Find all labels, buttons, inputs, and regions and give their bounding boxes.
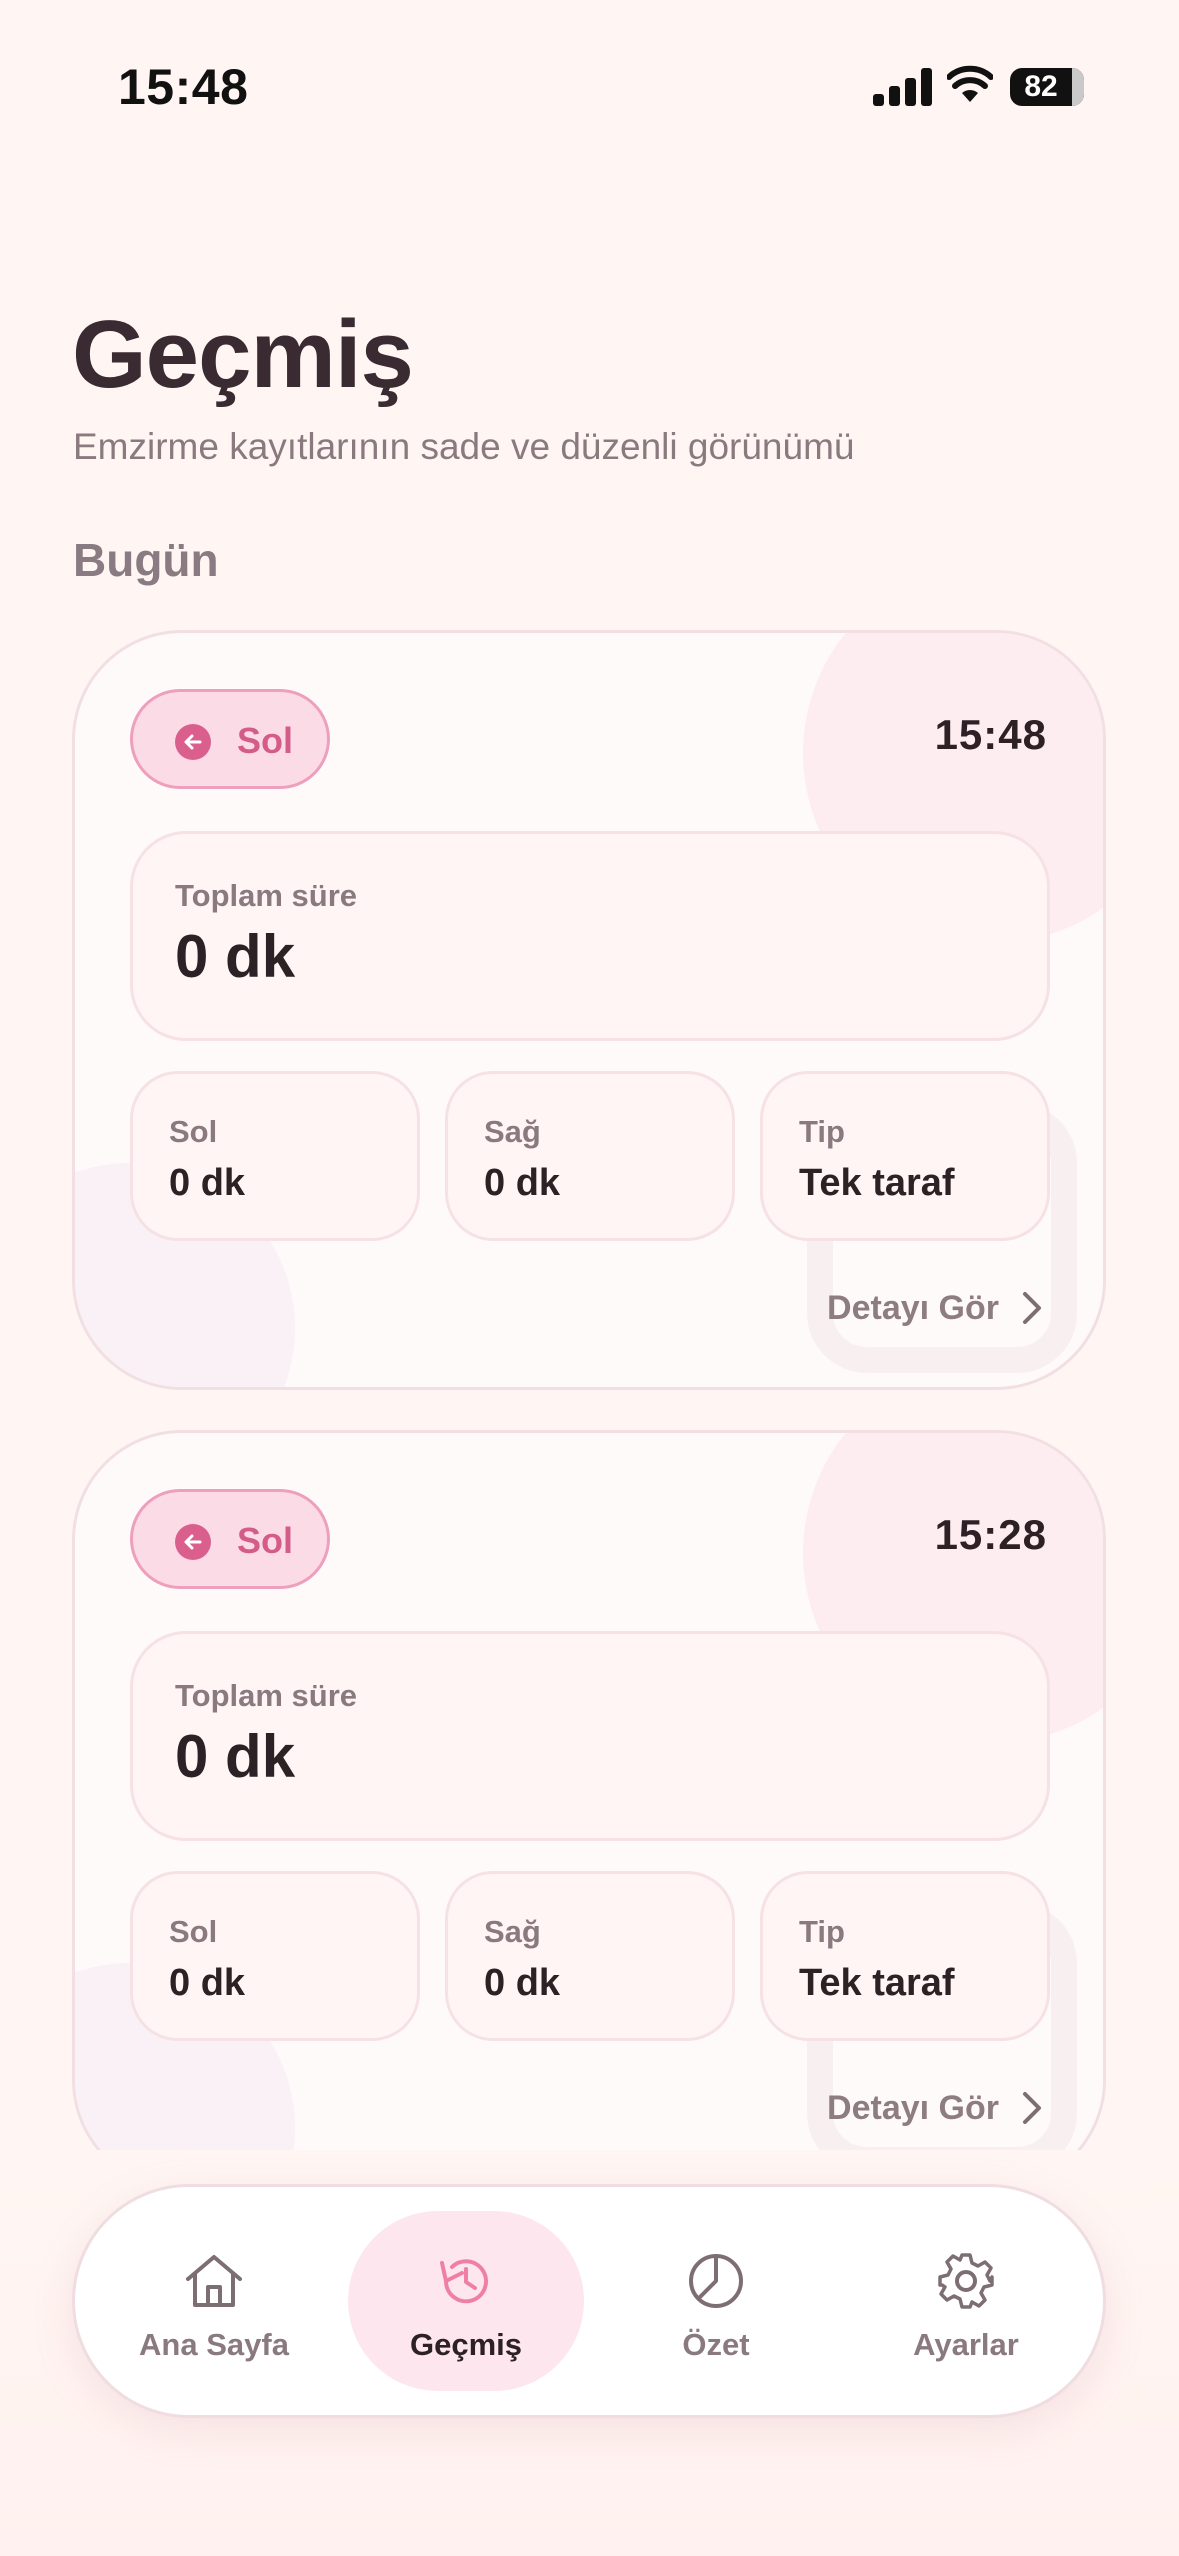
total-duration-box: Toplam süre 0 dk xyxy=(130,831,1050,1041)
stat-type: Tip Tek taraf xyxy=(760,1871,1050,2041)
detail-link-label: Detayı Gör xyxy=(827,2088,999,2127)
section-label-today: Bugün xyxy=(73,534,219,586)
pie-chart-icon xyxy=(689,2254,743,2308)
detail-link[interactable]: Detayı Gör xyxy=(827,1283,1043,1333)
stat-value: 0 dk xyxy=(169,1962,246,2004)
battery-icon: 82 xyxy=(1010,68,1084,106)
nav-label: Özet xyxy=(682,2327,750,2362)
history-icon xyxy=(440,2259,488,2304)
total-duration-value: 0 dk xyxy=(175,923,296,990)
total-duration-box: Toplam süre 0 dk xyxy=(130,1631,1050,1841)
page-title: Geçmiş xyxy=(72,301,414,408)
stat-value: 0 dk xyxy=(484,1962,561,2004)
home-icon xyxy=(186,2255,242,2307)
chevron-right-icon xyxy=(1023,1292,1041,1324)
entry-time: 15:48 xyxy=(934,711,1047,758)
stat-label: Sol xyxy=(169,1114,218,1149)
nav-label: Ana Sayfa xyxy=(139,2327,289,2362)
side-badge: Sol xyxy=(130,689,330,789)
stat-value: Tek taraf xyxy=(799,1162,955,1204)
side-badge-label: Sol xyxy=(237,720,294,761)
stat-value: Tek taraf xyxy=(799,1962,955,2004)
stat-label: Tip xyxy=(799,1914,845,1949)
side-badge: Sol xyxy=(130,1489,330,1589)
signal-icon xyxy=(873,68,933,106)
stat-type: Tip Tek taraf xyxy=(760,1071,1050,1241)
nav-label: Geçmiş xyxy=(409,2327,522,2362)
stat-label: Sağ xyxy=(484,1114,541,1149)
stat-label: Sol xyxy=(169,1914,218,1949)
history-entry-card[interactable]: Sol 15:28 Toplam süre 0 dk Sol 0 dk Sağ … xyxy=(72,1430,1106,2190)
status-time: 15:48 xyxy=(118,59,249,115)
nav-label: Ayarlar xyxy=(913,2327,1019,2362)
nav-item-summary[interactable]: Özet xyxy=(601,2187,831,2421)
stat-label: Tip xyxy=(799,1114,845,1149)
arrow-left-icon xyxy=(175,724,211,760)
nav-item-history[interactable]: Geçmiş xyxy=(348,2187,584,2421)
wifi-icon xyxy=(947,65,993,102)
status-bar: 15:48 82 xyxy=(0,0,1179,170)
chevron-right-icon xyxy=(1023,2092,1041,2124)
total-duration-label: Toplam süre xyxy=(175,1678,358,1713)
arrow-left-icon xyxy=(175,1524,211,1560)
bottom-nav: Ana Sayfa Geçmiş Özet Ayarlar xyxy=(72,2184,1106,2418)
nav-item-settings[interactable]: Ayarlar xyxy=(851,2187,1081,2421)
stat-right: Sağ 0 dk xyxy=(445,1071,735,1241)
stat-left: Sol 0 dk xyxy=(130,1071,420,1241)
stat-left: Sol 0 dk xyxy=(130,1871,420,2041)
nav-item-home[interactable]: Ana Sayfa xyxy=(99,2187,329,2421)
history-entry-card[interactable]: Sol 15:48 Toplam süre 0 dk Sol 0 dk Sağ … xyxy=(72,630,1106,1390)
stat-right: Sağ 0 dk xyxy=(445,1871,735,2041)
detail-link-label: Detayı Gör xyxy=(827,1288,999,1327)
stat-value: 0 dk xyxy=(484,1162,561,1204)
entry-time: 15:28 xyxy=(934,1511,1047,1558)
history-screen: 15:48 82 Geçmiş Emzirme kayıtlarının sad… xyxy=(0,0,1179,2556)
detail-link[interactable]: Detayı Gör xyxy=(827,2083,1043,2133)
gear-icon xyxy=(938,2253,994,2309)
total-duration-value: 0 dk xyxy=(175,1723,296,1790)
page-subtitle: Emzirme kayıtlarının sade ve düzenli gör… xyxy=(73,426,855,467)
stat-label: Sağ xyxy=(484,1914,541,1949)
battery-level: 82 xyxy=(1024,70,1058,103)
side-badge-label: Sol xyxy=(237,1520,294,1561)
stat-value: 0 dk xyxy=(169,1162,246,1204)
total-duration-label: Toplam süre xyxy=(175,878,358,913)
